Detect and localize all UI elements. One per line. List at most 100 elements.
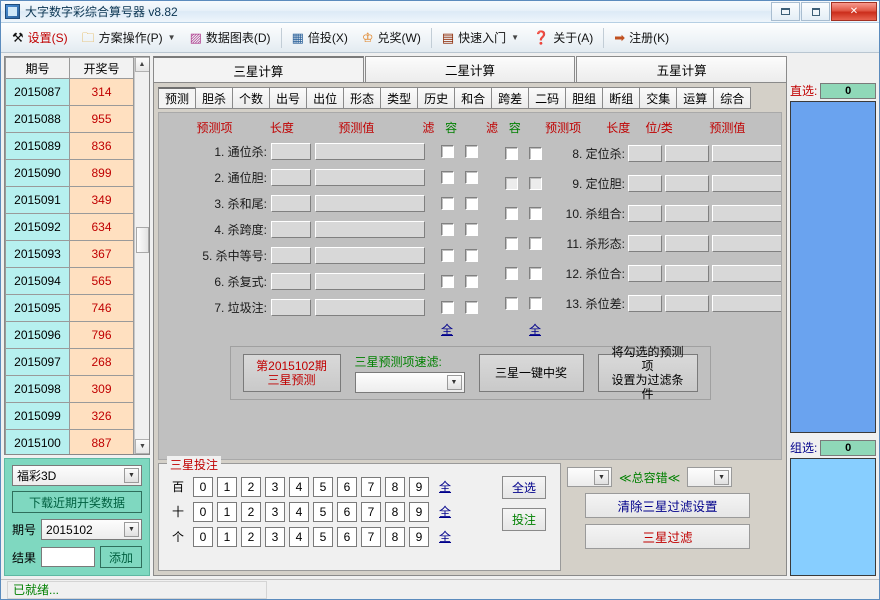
pos-input-right-2[interactable]	[665, 205, 709, 222]
predict-button[interactable]: 第2015102期 三星预测	[243, 354, 341, 392]
table-row[interactable]: 2015091349	[6, 187, 134, 214]
filter-checkbox-left-0[interactable]	[441, 145, 454, 158]
quickfilter-select[interactable]: ▼	[355, 372, 465, 393]
digit-0-0[interactable]: 0	[193, 477, 213, 497]
bet-all-link-2[interactable]: 全	[439, 528, 451, 545]
table-row[interactable]: 2015092634	[6, 214, 134, 241]
direct-select-list[interactable]	[790, 101, 876, 433]
top-tab-2[interactable]: 五星计算	[576, 56, 787, 82]
digit-2-4[interactable]: 4	[289, 527, 309, 547]
toolbar-item-register[interactable]: ➡ 注册(K)	[607, 26, 676, 50]
digit-1-1[interactable]: 1	[217, 502, 237, 522]
filter-checkbox-left-2[interactable]	[441, 197, 454, 210]
digit-1-5[interactable]: 5	[313, 502, 333, 522]
digit-0-5[interactable]: 5	[313, 477, 333, 497]
length-input-left-0[interactable]	[271, 143, 311, 160]
filter-checkbox-right-4[interactable]	[505, 267, 518, 280]
digit-2-1[interactable]: 1	[217, 527, 237, 547]
sub-tab-12[interactable]: 断组	[602, 87, 640, 109]
bet-all-link-1[interactable]: 全	[439, 503, 451, 520]
table-row[interactable]: 2015088955	[6, 106, 134, 133]
sub-tab-14[interactable]: 运算	[676, 87, 714, 109]
table-row[interactable]: 2015090899	[6, 160, 134, 187]
pos-input-right-1[interactable]	[665, 175, 709, 192]
digit-0-9[interactable]: 9	[409, 477, 429, 497]
length-input-right-1[interactable]	[628, 175, 662, 192]
sub-tab-13[interactable]: 交集	[639, 87, 677, 109]
tolerance-checkbox-left-1[interactable]	[465, 171, 478, 184]
set-filter-button[interactable]: 将勾选的预测项 设置为过滤条件	[598, 354, 698, 392]
value-input-right-5[interactable]	[712, 295, 782, 312]
select-all-button[interactable]: 全选	[502, 476, 546, 499]
scrollbar-thumb[interactable]	[136, 227, 149, 253]
download-data-button[interactable]: 下载近期开奖数据	[12, 491, 142, 513]
table-row[interactable]: 2015093367	[6, 241, 134, 268]
select-all-left-link[interactable]: 全	[441, 323, 453, 337]
digit-0-4[interactable]: 4	[289, 477, 309, 497]
sub-tab-9[interactable]: 跨差	[491, 87, 529, 109]
sub-tab-8[interactable]: 和合	[454, 87, 492, 109]
table-row[interactable]: 2015097268	[6, 349, 134, 376]
digit-1-6[interactable]: 6	[337, 502, 357, 522]
draw-history-grid[interactable]: 期号 开奖号 201508731420150889552015089836201…	[4, 56, 150, 455]
tolerance-right-select[interactable]: ▼	[687, 467, 732, 487]
chevron-down-icon-period[interactable]: ▼	[124, 522, 139, 537]
sub-tab-15[interactable]: 综合	[713, 87, 751, 109]
clear-filter-button[interactable]: 清除三星过滤设置	[585, 493, 750, 518]
filter-checkbox-right-5[interactable]	[505, 297, 518, 310]
tolerance-checkbox-right-5[interactable]	[529, 297, 542, 310]
table-row[interactable]: 2015094565	[6, 268, 134, 295]
select-all-right-link[interactable]: 全	[529, 323, 541, 337]
result-input[interactable]	[41, 547, 95, 567]
digit-1-7[interactable]: 7	[361, 502, 381, 522]
toolbar-item-multiply[interactable]: ▦ 倍投(X)	[285, 26, 355, 50]
close-button[interactable]: ✕	[831, 2, 877, 21]
table-row[interactable]: 2015098309	[6, 376, 134, 403]
tolerance-checkbox-left-5[interactable]	[465, 275, 478, 288]
toolbar-item-prize[interactable]: ♔ 兑奖(W)	[355, 26, 428, 50]
scroll-up-icon[interactable]: ▲	[135, 57, 150, 72]
length-input-right-3[interactable]	[628, 235, 662, 252]
digit-1-8[interactable]: 8	[385, 502, 405, 522]
value-input-left-1[interactable]	[315, 169, 425, 186]
digit-0-7[interactable]: 7	[361, 477, 381, 497]
sub-tab-11[interactable]: 胆组	[565, 87, 603, 109]
tolerance-left-select[interactable]: ▼	[567, 467, 612, 487]
maximize-button[interactable]	[801, 2, 830, 21]
length-input-left-5[interactable]	[271, 273, 311, 290]
tolerance-checkbox-right-2[interactable]	[529, 207, 542, 220]
chevron-down-icon-lottery[interactable]: ▼	[124, 468, 139, 483]
sub-tab-3[interactable]: 出号	[269, 87, 307, 109]
tolerance-checkbox-right-0[interactable]	[529, 147, 542, 160]
top-tab-1[interactable]: 二星计算	[365, 56, 576, 82]
top-tab-0[interactable]: 三星计算	[153, 56, 364, 82]
tolerance-checkbox-right-4[interactable]	[529, 267, 542, 280]
value-input-right-3[interactable]	[712, 235, 782, 252]
toolbar-item-about[interactable]: ❓ 关于(A)	[526, 26, 600, 50]
value-input-left-6[interactable]	[315, 299, 425, 316]
sub-tab-2[interactable]: 个数	[232, 87, 270, 109]
value-input-left-2[interactable]	[315, 195, 425, 212]
digit-2-7[interactable]: 7	[361, 527, 381, 547]
pos-input-right-3[interactable]	[665, 235, 709, 252]
lottery-type-select[interactable]: 福彩3D ▼	[12, 465, 142, 486]
digit-1-3[interactable]: 3	[265, 502, 285, 522]
sub-tab-4[interactable]: 出位	[306, 87, 344, 109]
pos-input-right-4[interactable]	[665, 265, 709, 282]
length-input-right-2[interactable]	[628, 205, 662, 222]
filter-checkbox-left-6[interactable]	[441, 301, 454, 314]
minimize-button[interactable]	[771, 2, 800, 21]
digit-0-2[interactable]: 2	[241, 477, 261, 497]
digit-2-0[interactable]: 0	[193, 527, 213, 547]
pos-input-right-0[interactable]	[665, 145, 709, 162]
value-input-left-4[interactable]	[315, 247, 425, 264]
sub-tab-7[interactable]: 历史	[417, 87, 455, 109]
group-select-list[interactable]	[790, 458, 876, 576]
value-input-right-2[interactable]	[712, 205, 782, 222]
value-input-right-0[interactable]	[712, 145, 782, 162]
length-input-left-1[interactable]	[271, 169, 311, 186]
pos-input-right-5[interactable]	[665, 295, 709, 312]
filter-checkbox-left-5[interactable]	[441, 275, 454, 288]
length-input-left-3[interactable]	[271, 221, 311, 238]
sub-tab-10[interactable]: 二码	[528, 87, 566, 109]
